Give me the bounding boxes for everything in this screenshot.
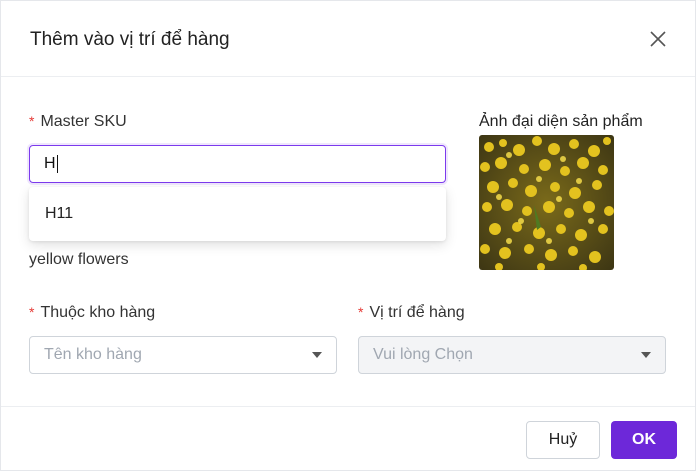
sku-label-text: Master SKU (40, 113, 127, 130)
required-mark: * (358, 304, 364, 320)
cancel-button[interactable]: Huỷ (526, 421, 600, 459)
location-label-text: Vị trí để hàng (369, 304, 465, 321)
product-avatar-label: Ảnh đại diện sản phẩm (479, 113, 643, 130)
product-avatar-image (479, 135, 614, 270)
modal-header: Thêm vào vị trí để hàng (1, 1, 695, 77)
sku-suggestion-dropdown: H11 (29, 187, 446, 241)
sku-suggestion-item[interactable]: H11 (45, 205, 73, 223)
close-button[interactable] (647, 28, 669, 50)
location-select[interactable]: Vui lòng Chọn (358, 336, 666, 374)
warehouse-placeholder: Tên kho hàng (44, 346, 142, 363)
sku-input[interactable]: H (29, 145, 446, 183)
product-name: yellow flowers (29, 251, 129, 268)
add-to-location-modal: Thêm vào vị trí để hàng * Master SKU H H1… (0, 0, 696, 471)
caret-down-icon (312, 352, 322, 358)
warehouse-label-text: Thuộc kho hàng (40, 304, 156, 321)
sku-label: * Master SKU (29, 113, 127, 131)
required-mark: * (29, 113, 35, 129)
required-mark: * (29, 304, 35, 320)
close-icon (650, 31, 666, 47)
modal-title: Thêm vào vị trí để hàng (30, 29, 230, 50)
caret-down-icon (641, 352, 651, 358)
sku-input-value: H (44, 155, 56, 172)
location-label: * Vị trí để hàng (358, 304, 465, 322)
ok-button[interactable]: OK (611, 421, 677, 459)
warehouse-label: * Thuộc kho hàng (29, 304, 155, 322)
warehouse-select[interactable]: Tên kho hàng (29, 336, 337, 374)
text-cursor (56, 155, 58, 173)
modal-footer: Huỷ OK (1, 406, 695, 472)
location-placeholder: Vui lòng Chọn (373, 346, 473, 363)
